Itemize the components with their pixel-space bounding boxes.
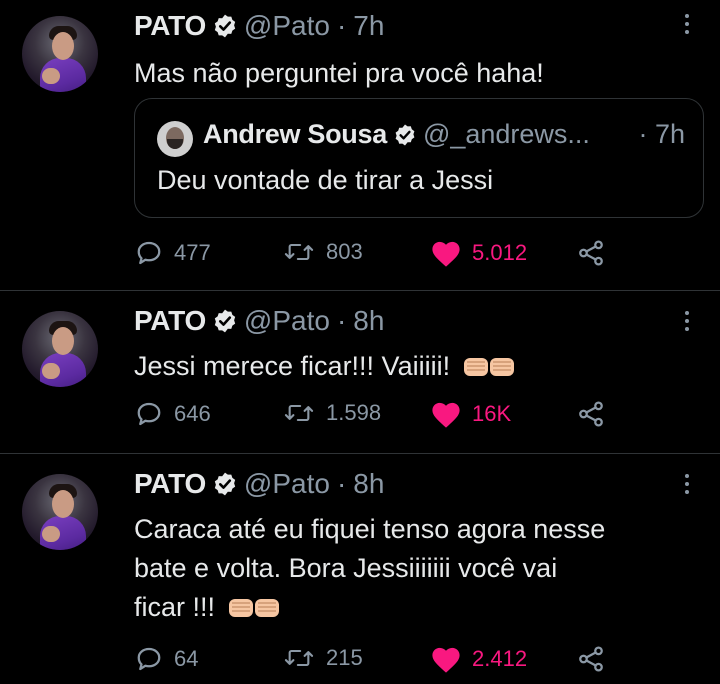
avatar[interactable]	[22, 311, 98, 387]
heart-icon	[432, 402, 460, 428]
reply-count: 646	[174, 401, 211, 426]
tweet[interactable]: PATO @Pato · 8h Jessi merece ficar!!! Va…	[0, 291, 720, 453]
speech-bubble-icon	[137, 647, 161, 671]
author-name[interactable]: PATO	[134, 10, 206, 42]
retweet-icon	[284, 649, 314, 667]
author-handle[interactable]: @Pato	[244, 305, 330, 337]
tweet[interactable]: PATO @Pato · 8h Caraca até eu fiquei ten…	[0, 454, 720, 684]
speech-bubble-icon	[137, 402, 161, 426]
tweet-header: PATO @Pato · 7h	[134, 10, 384, 42]
tweet-text: Jessi merece ficar!!! Vaiiiii!	[134, 351, 451, 381]
retweet-icon	[284, 404, 314, 422]
tweet-text-line: ficar !!!	[134, 592, 216, 622]
verified-badge-icon	[212, 13, 238, 39]
avatar[interactable]	[22, 16, 98, 92]
retweet-count: 1.598	[326, 400, 382, 425]
tweet-text: Mas não perguntei pra você haha!	[134, 58, 544, 88]
reply-button[interactable]: 64	[134, 644, 198, 674]
timestamp[interactable]: 7h	[353, 10, 384, 42]
quoted-timestamp: · 7h	[638, 119, 685, 150]
quoted-tweet-text: Deu vontade de tirar a Jessi	[157, 165, 494, 195]
author-handle[interactable]: @Pato	[244, 10, 330, 42]
more-vertical-icon[interactable]	[680, 474, 694, 504]
fist-bump-emoji	[463, 348, 516, 387]
tweet-text-line: Caraca até eu fiquei tenso agora nesse	[134, 514, 606, 544]
retweet-count: 215	[326, 645, 363, 670]
verified-badge-icon	[212, 308, 238, 334]
fist-bump-emoji	[228, 589, 281, 628]
verified-badge-icon	[393, 123, 417, 147]
author-name[interactable]: PATO	[134, 305, 206, 337]
share-button[interactable]	[576, 238, 606, 268]
author-name[interactable]: PATO	[134, 468, 206, 500]
more-vertical-icon[interactable]	[680, 14, 694, 44]
tweet-text: Caraca até eu fiquei tenso agora nesse b…	[134, 510, 694, 628]
like-button[interactable]: 2.412	[430, 644, 527, 674]
reply-button[interactable]: 477	[134, 238, 211, 268]
timestamp[interactable]: 8h	[353, 468, 384, 500]
retweet-count: 803	[326, 239, 363, 264]
action-bar: 477 803 5.012	[134, 238, 654, 272]
retweet-button[interactable]: 803	[282, 238, 363, 266]
share-button[interactable]	[576, 399, 606, 429]
speech-bubble-icon	[137, 241, 161, 265]
reply-count: 64	[174, 646, 199, 671]
action-bar: 646 1.598 16K	[134, 399, 654, 433]
quoted-author-handle: @_andrews...	[422, 119, 590, 149]
action-bar: 64 215 2.412	[134, 644, 654, 678]
verified-badge-icon	[212, 471, 238, 497]
tweet-header: PATO @Pato · 8h	[134, 305, 384, 337]
heart-icon	[432, 647, 460, 673]
separator: ·	[336, 468, 347, 499]
like-count: 16K	[472, 401, 512, 426]
share-icon	[579, 646, 603, 672]
tweet[interactable]: PATO @Pato · 7h Mas não perguntei pra vo…	[0, 0, 720, 290]
reply-count: 477	[174, 240, 211, 265]
like-count: 5.012	[472, 240, 528, 265]
separator: ·	[336, 10, 347, 41]
author-handle[interactable]: @Pato	[244, 468, 330, 500]
tweet-text-line-with-emoji: ficar !!!	[134, 588, 694, 628]
timestamp[interactable]: 8h	[353, 305, 384, 337]
quoted-tweet-header: Andrew Sousa @_andrews...	[203, 119, 590, 150]
heart-icon	[432, 241, 460, 267]
like-button[interactable]: 5.012	[430, 238, 527, 268]
retweet-icon	[284, 243, 314, 261]
share-button[interactable]	[576, 644, 606, 674]
tweet-text-line: bate e volta. Bora Jessiiiiiii você vai	[134, 553, 558, 583]
quoted-time: 7h	[654, 119, 685, 149]
quoted-author-name: Andrew Sousa	[203, 119, 387, 149]
tweet-text-row: Jessi merece ficar!!! Vaiiiii!	[134, 347, 694, 387]
avatar[interactable]	[22, 474, 98, 550]
more-vertical-icon[interactable]	[680, 311, 694, 341]
separator: ·	[638, 119, 648, 149]
share-icon	[579, 401, 603, 427]
tweet-header: PATO @Pato · 8h	[134, 468, 384, 500]
retweet-button[interactable]: 215	[282, 644, 363, 672]
share-icon	[579, 240, 603, 266]
like-button[interactable]: 16K	[430, 399, 511, 429]
retweet-button[interactable]: 1.598	[282, 399, 381, 427]
avatar[interactable]	[157, 121, 193, 157]
quoted-tweet[interactable]: Andrew Sousa @_andrews... · 7h Deu vonta…	[134, 98, 704, 218]
reply-button[interactable]: 646	[134, 399, 211, 429]
separator: ·	[336, 305, 347, 336]
like-count: 2.412	[472, 646, 528, 671]
